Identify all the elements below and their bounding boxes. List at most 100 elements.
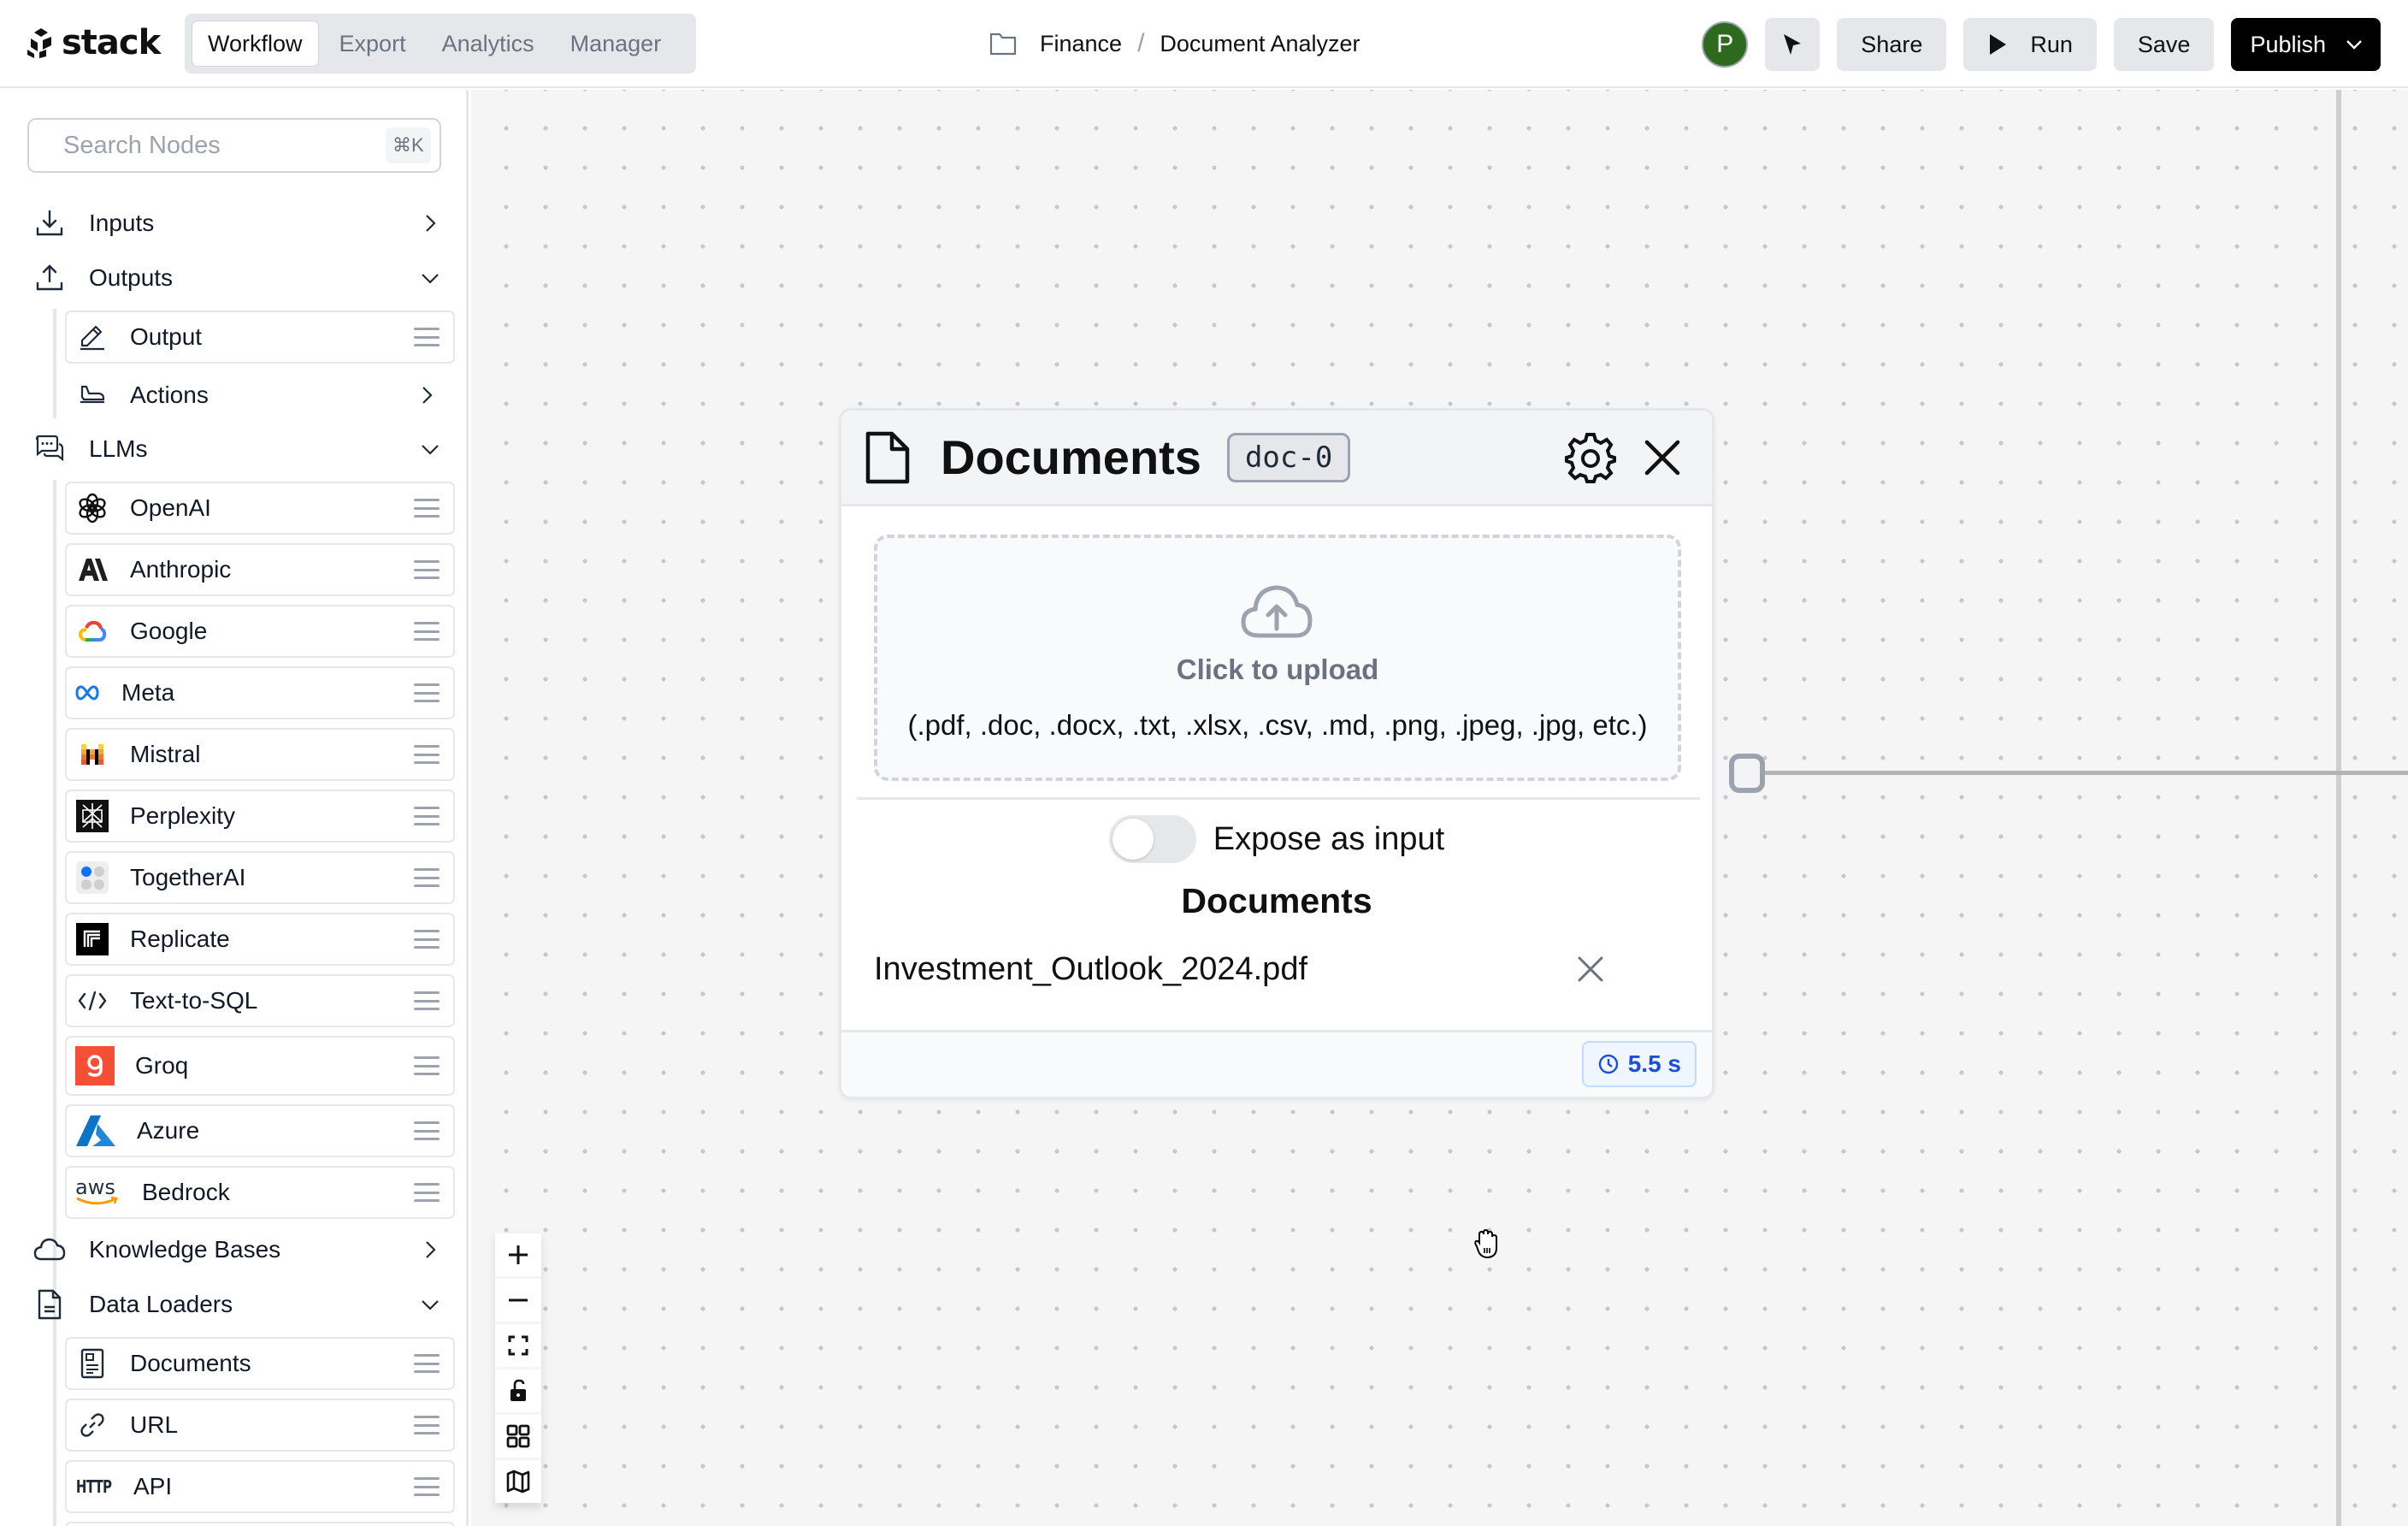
sidebar-item-api[interactable]: HTTP API [65, 1460, 455, 1513]
tab-analytics[interactable]: Analytics [427, 21, 550, 67]
sidebar-item-anthropic[interactable]: Anthropic [65, 543, 455, 596]
category-knowledge-bases[interactable]: Knowledge Bases [32, 1227, 443, 1272]
sidebar-item-google[interactable]: Google [65, 605, 455, 658]
google-cloud-icon [75, 614, 109, 648]
drag-handle-icon[interactable] [414, 560, 440, 579]
category-llms[interactable]: LLMs [32, 427, 443, 471]
cloud-icon [32, 1233, 67, 1267]
tab-manager[interactable]: Manager [555, 21, 677, 67]
share-button[interactable]: Share [1837, 18, 1947, 71]
category-inputs[interactable]: Inputs [32, 201, 443, 245]
node-header[interactable]: Documents doc-0 [841, 411, 1712, 506]
documents-node[interactable]: Documents doc-0 Click to upload (.pdf, .… [839, 408, 1715, 1099]
drag-handle-icon[interactable] [414, 868, 440, 887]
sidebar-item-documents[interactable]: Documents [65, 1337, 455, 1390]
drag-handle-icon[interactable] [414, 1056, 440, 1075]
section-divider [857, 797, 1700, 800]
perplexity-icon [75, 799, 109, 833]
category-label: Inputs [89, 210, 155, 236]
save-button[interactable]: Save [2113, 18, 2215, 71]
sidebar-item-openai[interactable]: OpenAI [65, 482, 455, 535]
search-input[interactable] [63, 131, 386, 160]
plane-landing-icon [75, 378, 109, 412]
category-outputs[interactable]: Outputs [32, 256, 443, 300]
unlock-icon [511, 1379, 526, 1401]
drag-handle-icon[interactable] [414, 1183, 440, 1202]
connection-edge[interactable] [1764, 771, 2408, 775]
connection-edge-vertical[interactable] [2336, 90, 2341, 1526]
grid-icon [506, 1424, 530, 1448]
sidebar-item-togetherai[interactable]: TogetherAI [65, 851, 455, 904]
sidebar-item-url[interactable]: URL [65, 1399, 455, 1452]
item-label: TogetherAI [130, 864, 246, 890]
upload-title: Click to upload [1176, 654, 1379, 685]
item-label: Perplexity [130, 802, 235, 829]
drag-handle-icon[interactable] [414, 1121, 440, 1140]
workflow-canvas[interactable]: Documents doc-0 Click to upload (.pdf, .… [471, 90, 2408, 1526]
sidebar-item-meta[interactable]: Meta [65, 666, 455, 719]
drag-handle-icon[interactable] [414, 328, 440, 346]
stack-logo-icon [27, 28, 51, 58]
breadcrumb-folder[interactable]: Finance [1040, 31, 1122, 57]
sidebar-item-groq[interactable]: Groq [65, 1036, 455, 1096]
file-list-item: Investment_Outlook_2024.pdf [874, 941, 1609, 997]
drag-handle-icon[interactable] [414, 991, 440, 1010]
sidebar-item-partial[interactable] [65, 1522, 455, 1526]
upload-tray-icon [32, 261, 67, 295]
zoom-out-button[interactable] [495, 1279, 541, 1322]
gear-icon [1565, 432, 1616, 483]
sidebar-item-perplexity[interactable]: Perplexity [65, 790, 455, 843]
upload-dropzone[interactable]: Click to upload (.pdf, .doc, .docx, .txt… [874, 535, 1681, 781]
drag-handle-icon[interactable] [414, 1477, 440, 1496]
upload-formats: (.pdf, .doc, .docx, .txt, .xlsx, .csv, .… [907, 709, 1648, 741]
expose-input-toggle[interactable] [1108, 815, 1196, 863]
remove-file-button[interactable] [1572, 950, 1609, 988]
run-button[interactable]: Run [1963, 18, 2097, 71]
node-sidebar: ⌘K Inputs Outputs Output Actions [0, 90, 469, 1526]
close-icon [1578, 956, 1603, 982]
node-settings-button[interactable] [1563, 430, 1618, 485]
mistral-icon [75, 737, 109, 772]
drag-handle-icon[interactable] [414, 807, 440, 825]
sidebar-item-replicate[interactable]: Replicate [65, 913, 455, 966]
layout-grid-button[interactable] [495, 1415, 541, 1458]
drag-handle-icon[interactable] [414, 622, 440, 641]
pointer-mode-button[interactable] [1765, 18, 1821, 71]
sidebar-item-actions[interactable]: Actions [65, 369, 455, 422]
breadcrumb: Finance / Document Analyzer [989, 22, 1360, 65]
play-icon [1990, 34, 2007, 55]
sidebar-item-text-to-sql[interactable]: Text-to-SQL [65, 974, 455, 1027]
tab-workflow[interactable]: Workflow [192, 21, 319, 67]
node-close-button[interactable] [1635, 430, 1690, 485]
http-icon: HTTP [75, 1470, 113, 1504]
search-nodes[interactable]: ⌘K [27, 118, 441, 173]
node-output-handle[interactable] [1729, 754, 1765, 793]
drag-handle-icon[interactable] [414, 745, 440, 764]
minimap-button[interactable] [495, 1460, 541, 1503]
code-icon [75, 984, 109, 1018]
fit-view-button[interactable] [495, 1324, 541, 1367]
sidebar-item-azure[interactable]: Azure [65, 1104, 455, 1157]
zoom-in-button[interactable] [495, 1233, 541, 1276]
sidebar-item-bedrock[interactable]: aws Bedrock [65, 1166, 455, 1219]
expose-input-row: Expose as input [841, 811, 1712, 867]
chevron-down-icon[interactable] [2345, 38, 2364, 50]
user-avatar[interactable]: P [1702, 21, 1749, 68]
drag-handle-icon[interactable] [414, 683, 440, 702]
drag-handle-icon[interactable] [414, 1416, 440, 1434]
app-logo[interactable]: stack [26, 23, 161, 62]
download-tray-icon [32, 206, 67, 240]
execution-time: 5.5 s [1627, 1050, 1681, 1077]
lock-button[interactable] [495, 1369, 541, 1412]
breadcrumb-page[interactable]: Document Analyzer [1160, 31, 1360, 57]
drag-handle-icon[interactable] [414, 930, 440, 949]
sidebar-item-output[interactable]: Output [65, 311, 455, 364]
drag-handle-icon[interactable] [414, 499, 440, 518]
tab-export[interactable]: Export [324, 21, 422, 67]
groq-icon [75, 1046, 115, 1085]
category-data-loaders[interactable]: Data Loaders [32, 1282, 443, 1327]
sidebar-item-mistral[interactable]: Mistral [65, 728, 455, 781]
publish-button[interactable]: Publish [2231, 18, 2381, 71]
drag-handle-icon[interactable] [414, 1354, 440, 1373]
azure-icon [75, 1114, 116, 1148]
